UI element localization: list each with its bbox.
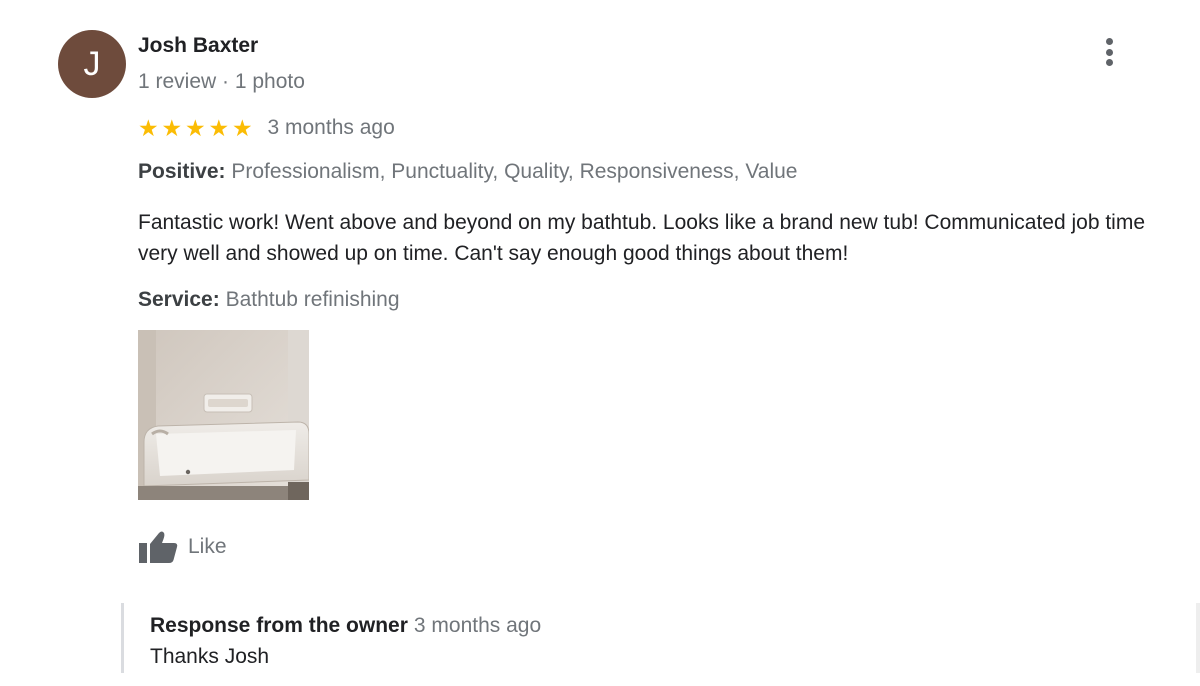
star-icon: ★	[185, 115, 206, 141]
review-text: Fantastic work! Went above and beyond on…	[138, 211, 1146, 265]
star-icon: ★	[161, 115, 183, 141]
bathtub-photo	[138, 330, 309, 500]
reviewer-avatar[interactable]: J	[58, 30, 126, 98]
star-rating: ★ ★ ★ ★ ★	[138, 116, 256, 140]
star-icon: ★	[232, 115, 253, 141]
review-photo[interactable]	[138, 330, 309, 500]
thumbs-up-icon	[139, 531, 178, 563]
rating-row: ★ ★ ★ ★ ★ 3 months ago	[138, 116, 395, 140]
review-date: 3 months ago	[267, 116, 395, 139]
owner-response-date: 3 months ago	[413, 614, 542, 637]
service-attribute: Service: Bathtub refinishing	[138, 288, 400, 312]
more-options-button[interactable]	[1094, 34, 1124, 70]
star-icon: ★	[208, 115, 230, 141]
like-button[interactable]: Like	[138, 530, 227, 564]
vertical-dots-icon	[1105, 38, 1113, 45]
right-divider	[1196, 603, 1200, 673]
owner-response-text: Thanks Josh	[150, 645, 270, 668]
reviewer-name[interactable]: Josh Baxter	[138, 34, 258, 58]
positive-value: Professionalism, Punctuality, Quality, R…	[231, 160, 798, 183]
star-icon: ★	[138, 115, 159, 141]
owner-response: Response from the owner 3 months ago Than…	[121, 603, 1181, 673]
owner-response-title: Response from the owner	[150, 614, 408, 637]
positive-attributes: Positive: Professionalism, Punctuality, …	[138, 160, 797, 184]
positive-label: Positive:	[138, 160, 226, 183]
owner-response-header: Response from the owner 3 months ago	[150, 614, 541, 638]
service-label: Service:	[138, 288, 220, 311]
like-label: Like	[188, 535, 227, 558]
service-value: Bathtub refinishing	[225, 288, 400, 311]
reviewer-meta: 1 review · 1 photo	[138, 70, 305, 93]
